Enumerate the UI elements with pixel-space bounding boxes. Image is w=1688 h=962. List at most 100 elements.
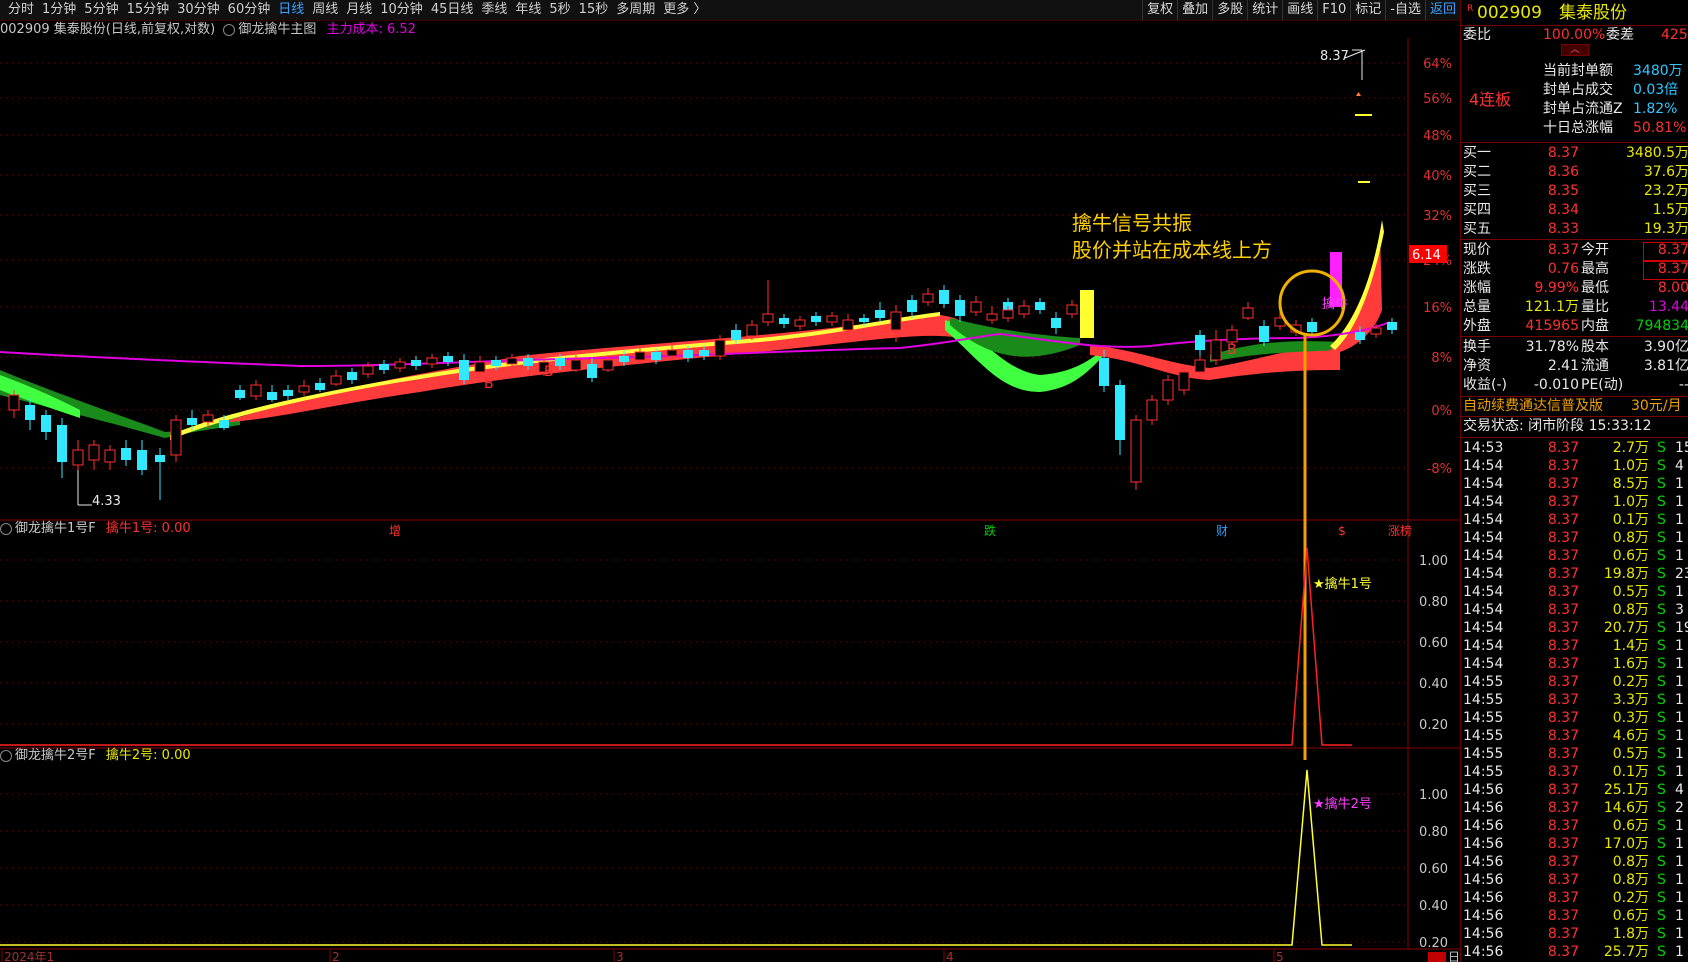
sub2-toggle-icon[interactable] [0, 749, 12, 762]
toolbar-button[interactable]: F10 [1317, 0, 1350, 20]
tick-row[interactable]: 14:56 8.37 0.6万 S 1 [1461, 907, 1688, 925]
tick-row[interactable]: 14:56 8.37 25.7万 S 1 [1461, 943, 1688, 961]
period-tab[interactable]: 5秒 [545, 0, 574, 20]
collapse-toggle[interactable]: ︿ [1461, 44, 1688, 56]
toolbar-button[interactable]: 返回 [1424, 0, 1460, 20]
current-price-tag-text: 6.14 [1412, 248, 1441, 263]
period-tab[interactable]: 45日线 [427, 0, 478, 20]
candle [235, 385, 245, 400]
tick-row[interactable]: 14:55 8.37 3.3万 S 1 [1461, 691, 1688, 709]
candle [762, 280, 774, 326]
toolbar-right-buttons: 复权 叠加 多股 统计 画线 F10 标记 -自选 返回 [1142, 0, 1460, 20]
stock-code: 002909 [1477, 3, 1542, 23]
period-tab[interactable]: 日线 [274, 0, 308, 20]
period-tab[interactable]: 多周期 [612, 0, 659, 20]
chevron-up-icon[interactable]: ︿ [1561, 44, 1589, 56]
tick-row[interactable]: 14:54 8.37 8.5万 S 1 [1461, 475, 1688, 493]
tick-row[interactable]: 14:55 8.37 0.3万 S 1 [1461, 709, 1688, 727]
sub1-toggle-icon[interactable] [0, 522, 12, 535]
candle-body [474, 361, 486, 373]
toolbar-button[interactable]: 多股 [1212, 0, 1247, 20]
tick-row[interactable]: 14:54 8.37 0.8万 S 1 [1461, 529, 1688, 547]
period-tab[interactable]: 15秒 [575, 0, 613, 20]
sub2-title[interactable]: 御龙擒牛2号F [15, 748, 96, 763]
period-tab[interactable]: 1分钟 [38, 0, 80, 20]
period-tab[interactable]: 季线 [477, 0, 511, 20]
formula-toggle-icon[interactable] [223, 23, 236, 36]
tick-row[interactable]: 14:56 8.37 25.1万 S 4 [1461, 781, 1688, 799]
tick-t: 14:56 [1463, 782, 1504, 798]
tick-row[interactable]: 14:54 8.37 0.5万 S 1 [1461, 583, 1688, 601]
candle [922, 288, 934, 306]
ad-row[interactable]: 自动续费通达信普及版 30元/月 [1461, 397, 1688, 416]
scroll-marker[interactable] [1428, 952, 1446, 962]
period-tab[interactable]: 月线 [342, 0, 376, 20]
toolbar-button[interactable]: 画线 [1282, 0, 1317, 20]
tick-row[interactable]: 14:55 8.37 0.1万 S 1 [1461, 763, 1688, 781]
tick-row[interactable]: 14:56 8.37 14.6万 S 2 [1461, 799, 1688, 817]
sub1-title[interactable]: 御龙擒牛1号F [15, 521, 96, 536]
tick-row[interactable]: 14:56 8.37 17.0万 S 1 [1461, 835, 1688, 853]
tick-n: 1 [1675, 836, 1684, 852]
bid-label: 买一 [1463, 145, 1491, 161]
tick-t: 14:56 [1463, 890, 1504, 906]
annotation-line-2: 股价并站在成本线上方 [1072, 238, 1272, 262]
candle [298, 380, 310, 396]
tick-v: 1.8万 [1612, 926, 1649, 942]
buy-marker: B [544, 364, 554, 380]
period-tab[interactable]: 分时 [4, 0, 38, 20]
candle-body [202, 414, 214, 423]
tick-t: 14:56 [1463, 926, 1504, 942]
tick-row[interactable]: 14:55 8.37 0.2万 S 1 [1461, 673, 1688, 691]
tick-row[interactable]: 14:55 8.37 4.6万 S 1 [1461, 727, 1688, 745]
date-label: 5 [1276, 950, 1284, 962]
tick-p: 8.37 [1547, 944, 1579, 960]
y-axis-label: 16% [1423, 301, 1452, 316]
toolbar-button[interactable]: -自选 [1385, 0, 1425, 20]
tick-row[interactable]: 14:54 8.37 20.7万 S 19 [1461, 619, 1688, 637]
tick-row[interactable]: 14:56 8.37 1.8万 S 1 [1461, 925, 1688, 943]
toolbar-button[interactable]: 复权 [1142, 0, 1177, 20]
tick-row[interactable]: 14:54 8.37 0.8万 S 3 [1461, 601, 1688, 619]
period-tab[interactable]: 年线 [511, 0, 545, 20]
y-axis-label: 1.00 [1419, 554, 1448, 569]
period-tab[interactable]: 60分钟 [224, 0, 275, 20]
tick-n: 15 [1675, 440, 1688, 456]
tick-row[interactable]: 14:54 8.37 1.0万 S 4 [1461, 457, 1688, 475]
tick-s: S [1657, 908, 1666, 924]
toolbar-button[interactable]: 叠加 [1177, 0, 1212, 20]
toolbar-button[interactable]: 标记 [1350, 0, 1385, 20]
toolbar-button[interactable]: 统计 [1247, 0, 1282, 20]
candle-body [683, 350, 693, 358]
formula-name[interactable]: 御龙擒牛主图 [238, 22, 316, 37]
tick-row[interactable]: 14:53 8.37 2.7万 S 15 [1461, 439, 1688, 457]
tick-p: 8.37 [1547, 602, 1579, 618]
candle-body [1210, 339, 1222, 361]
tick-row[interactable]: 14:54 8.37 1.4万 S 1 [1461, 637, 1688, 655]
tick-row[interactable]: 14:56 8.37 0.8万 S 1 [1461, 853, 1688, 871]
tick-row[interactable]: 14:55 8.37 0.5万 S 1 [1461, 745, 1688, 763]
y-axis-label: 32% [1423, 209, 1452, 224]
tick-row[interactable]: 14:54 8.37 0.1万 S 1 [1461, 511, 1688, 529]
period-tab[interactable]: 30分钟 [173, 0, 224, 20]
tick-row[interactable]: 14:56 8.37 0.2万 S 1 [1461, 889, 1688, 907]
tick-n: 1 [1675, 944, 1684, 960]
period-tab[interactable]: 周线 [308, 0, 342, 20]
tick-row[interactable]: 14:56 8.37 0.6万 S 1 [1461, 817, 1688, 835]
tick-row[interactable]: 14:54 8.37 1.6万 S 1 [1461, 655, 1688, 673]
tick-row[interactable]: 14:56 8.37 0.8万 S 1 [1461, 871, 1688, 889]
candle [315, 378, 325, 392]
period-tab[interactable]: 5分钟 [80, 0, 122, 20]
period-tab[interactable]: 10分钟 [376, 0, 427, 20]
tick-s: S [1657, 548, 1666, 564]
tick-row[interactable]: 14:54 8.37 1.0万 S 1 [1461, 493, 1688, 511]
tick-p: 8.37 [1547, 638, 1579, 654]
chart-canvas[interactable]: 64%56%48%40%32%24%16%8%0%-8% 1.000.800.6… [0, 38, 1460, 962]
candle-body [762, 313, 774, 323]
y-axis-label: 0.60 [1419, 636, 1448, 651]
tick-row[interactable]: 14:54 8.37 19.8万 S 23 [1461, 565, 1688, 583]
period-tab[interactable]: 更多 〉 [659, 0, 710, 20]
tick-row[interactable]: 14:54 8.37 0.6万 S 1 [1461, 547, 1688, 565]
period-tab[interactable]: 15分钟 [123, 0, 174, 20]
candle [875, 302, 885, 322]
